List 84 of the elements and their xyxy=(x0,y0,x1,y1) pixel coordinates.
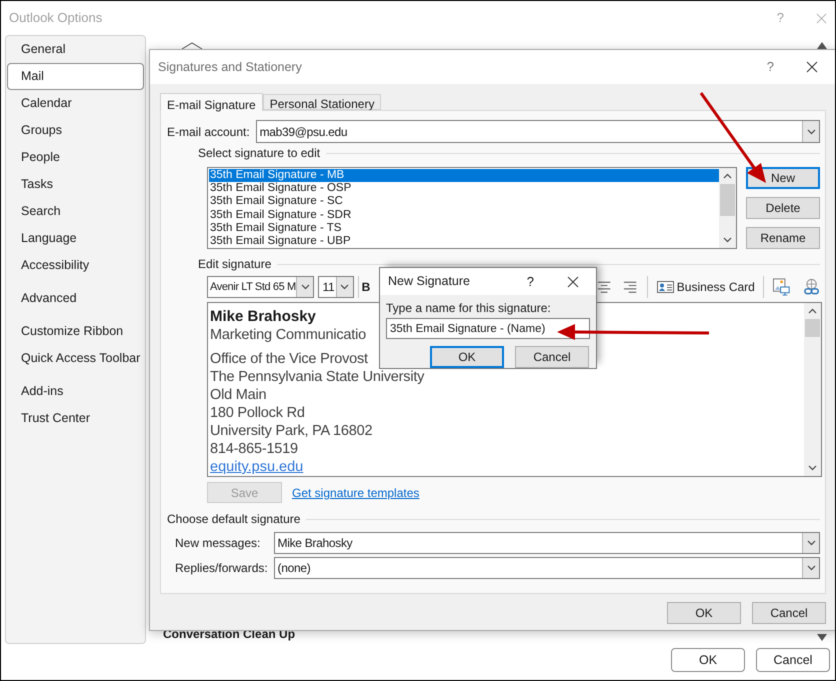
sidebar-item[interactable]: Language xyxy=(7,225,144,252)
footer-button[interactable]: Cancel xyxy=(756,648,830,672)
sidebar-item[interactable]: Tasks xyxy=(7,171,144,198)
chevron-down-icon xyxy=(806,128,816,134)
signature-line: The Pennsylvania State University xyxy=(210,368,424,386)
font-size-dropdown[interactable]: 11 xyxy=(318,276,354,298)
dialog-button[interactable]: Rename xyxy=(746,227,820,249)
contact-card-icon xyxy=(656,281,674,293)
sidebar-item[interactable]: Add-ins xyxy=(7,378,144,405)
signature-dropdown[interactable]: Mike Brahosky xyxy=(274,532,820,554)
window-title: Outlook Options xyxy=(9,9,104,28)
dialog-button[interactable]: Cancel xyxy=(515,346,589,368)
section-heading: Edit signature xyxy=(198,256,272,273)
chevron-down-icon xyxy=(723,237,732,243)
list-item[interactable]: 35th Email Signature - SDR xyxy=(209,208,719,222)
chevron-up-icon xyxy=(723,173,732,179)
list-item[interactable]: 35th Email Signature - SC xyxy=(209,195,719,209)
field-label: New messages: xyxy=(175,535,262,552)
account-dropdown[interactable]: mab39@psu.edu xyxy=(256,120,820,143)
signature-line: Marketing Communicatio xyxy=(210,326,366,344)
templates-link[interactable]: Get signature templates xyxy=(292,484,420,502)
signature-link[interactable]: equity.psu.edu xyxy=(210,458,304,476)
list-item[interactable]: 35th Email Signature - TS xyxy=(209,222,719,235)
sidebar-item[interactable]: Advanced xyxy=(7,285,144,312)
sidebar-item[interactable]: General xyxy=(7,36,144,63)
dialog-button[interactable]: New xyxy=(746,167,820,189)
align-right-icon xyxy=(622,281,637,293)
sidebar-item[interactable]: Accessibility xyxy=(7,252,144,279)
field-label: Type a name for this signature: xyxy=(386,300,552,317)
signature-line: University Park, PA 16802 xyxy=(210,422,372,440)
caret-up-icon xyxy=(181,42,203,50)
signature-line: 814-865-1519 xyxy=(210,440,298,458)
close-icon xyxy=(567,276,579,288)
scrollbar[interactable] xyxy=(804,303,821,476)
dialog-button[interactable]: Delete xyxy=(746,197,820,219)
sidebar-item[interactable]: Mail xyxy=(7,63,144,90)
list-item[interactable]: 35th Email Signature - OSP xyxy=(209,182,719,196)
scrollbar[interactable] xyxy=(719,168,736,248)
sidebar-item[interactable]: People xyxy=(7,144,144,171)
chevron-down-icon xyxy=(808,465,817,471)
signature-line: Office of the Vice Provost xyxy=(210,350,368,368)
signature-line: Old Main xyxy=(210,386,266,404)
signature-name: Mike Brahosky xyxy=(210,308,316,326)
sidebar-item[interactable]: Calendar xyxy=(7,90,144,117)
signature-dropdown[interactable]: (none) xyxy=(274,557,820,579)
sidebar-item[interactable]: Customize Ribbon xyxy=(7,318,144,345)
hyperlink-icon xyxy=(802,278,820,296)
font-dropdown[interactable]: Avenir LT Std 65 M xyxy=(207,276,314,298)
sidebar-item[interactable]: Search xyxy=(7,198,144,225)
name-input[interactable]: 35th Email Signature - (Name) xyxy=(386,318,590,339)
chevron-down-icon xyxy=(806,565,816,571)
list-item[interactable]: 35th Email Signature - MB xyxy=(209,169,719,182)
tab[interactable]: Personal Stationery xyxy=(262,94,382,110)
dialog-button[interactable]: Cancel xyxy=(752,602,826,624)
sidebar-item[interactable]: Quick Access Toolbar xyxy=(7,345,144,372)
scroll-down-icon xyxy=(817,634,827,641)
chevron-down-icon xyxy=(340,284,350,290)
dialog-button[interactable]: OK xyxy=(667,602,741,624)
list-item[interactable]: 35th Email Signature - UBP xyxy=(209,234,719,248)
sidebar-item[interactable]: Groups xyxy=(7,117,144,144)
section-heading: Choose default signature xyxy=(167,511,300,528)
chevron-down-icon xyxy=(806,540,816,546)
scrollbar-thumb[interactable] xyxy=(720,184,735,216)
close-icon xyxy=(806,61,818,73)
bold-button[interactable]: B xyxy=(362,278,370,296)
section-heading: Select signature to edit xyxy=(198,145,320,162)
sidebar-item[interactable]: Trust Center xyxy=(7,405,144,432)
chevron-down-icon xyxy=(300,284,310,290)
tab[interactable]: E-mail Signature xyxy=(160,93,263,111)
scrollbar-thumb[interactable] xyxy=(805,319,820,337)
chevron-up-icon xyxy=(808,308,817,314)
business-card-button[interactable]: Business Card xyxy=(656,278,755,296)
footer-button[interactable]: OK xyxy=(671,648,745,672)
dialog-title: New Signature xyxy=(388,273,471,290)
help-button[interactable]: ? xyxy=(526,272,534,292)
field-label: Replies/forwards: xyxy=(175,560,269,577)
picture-icon xyxy=(772,278,790,296)
dialog-button[interactable]: OK xyxy=(430,346,504,368)
field-label: E-mail account: xyxy=(166,124,251,140)
signature-line: 180 Pollock Rd xyxy=(210,404,305,422)
align-center-icon xyxy=(597,281,612,293)
close-icon xyxy=(816,12,827,24)
dialog-title: Signatures and Stationery xyxy=(158,58,303,76)
help-button[interactable]: ? xyxy=(766,57,774,77)
